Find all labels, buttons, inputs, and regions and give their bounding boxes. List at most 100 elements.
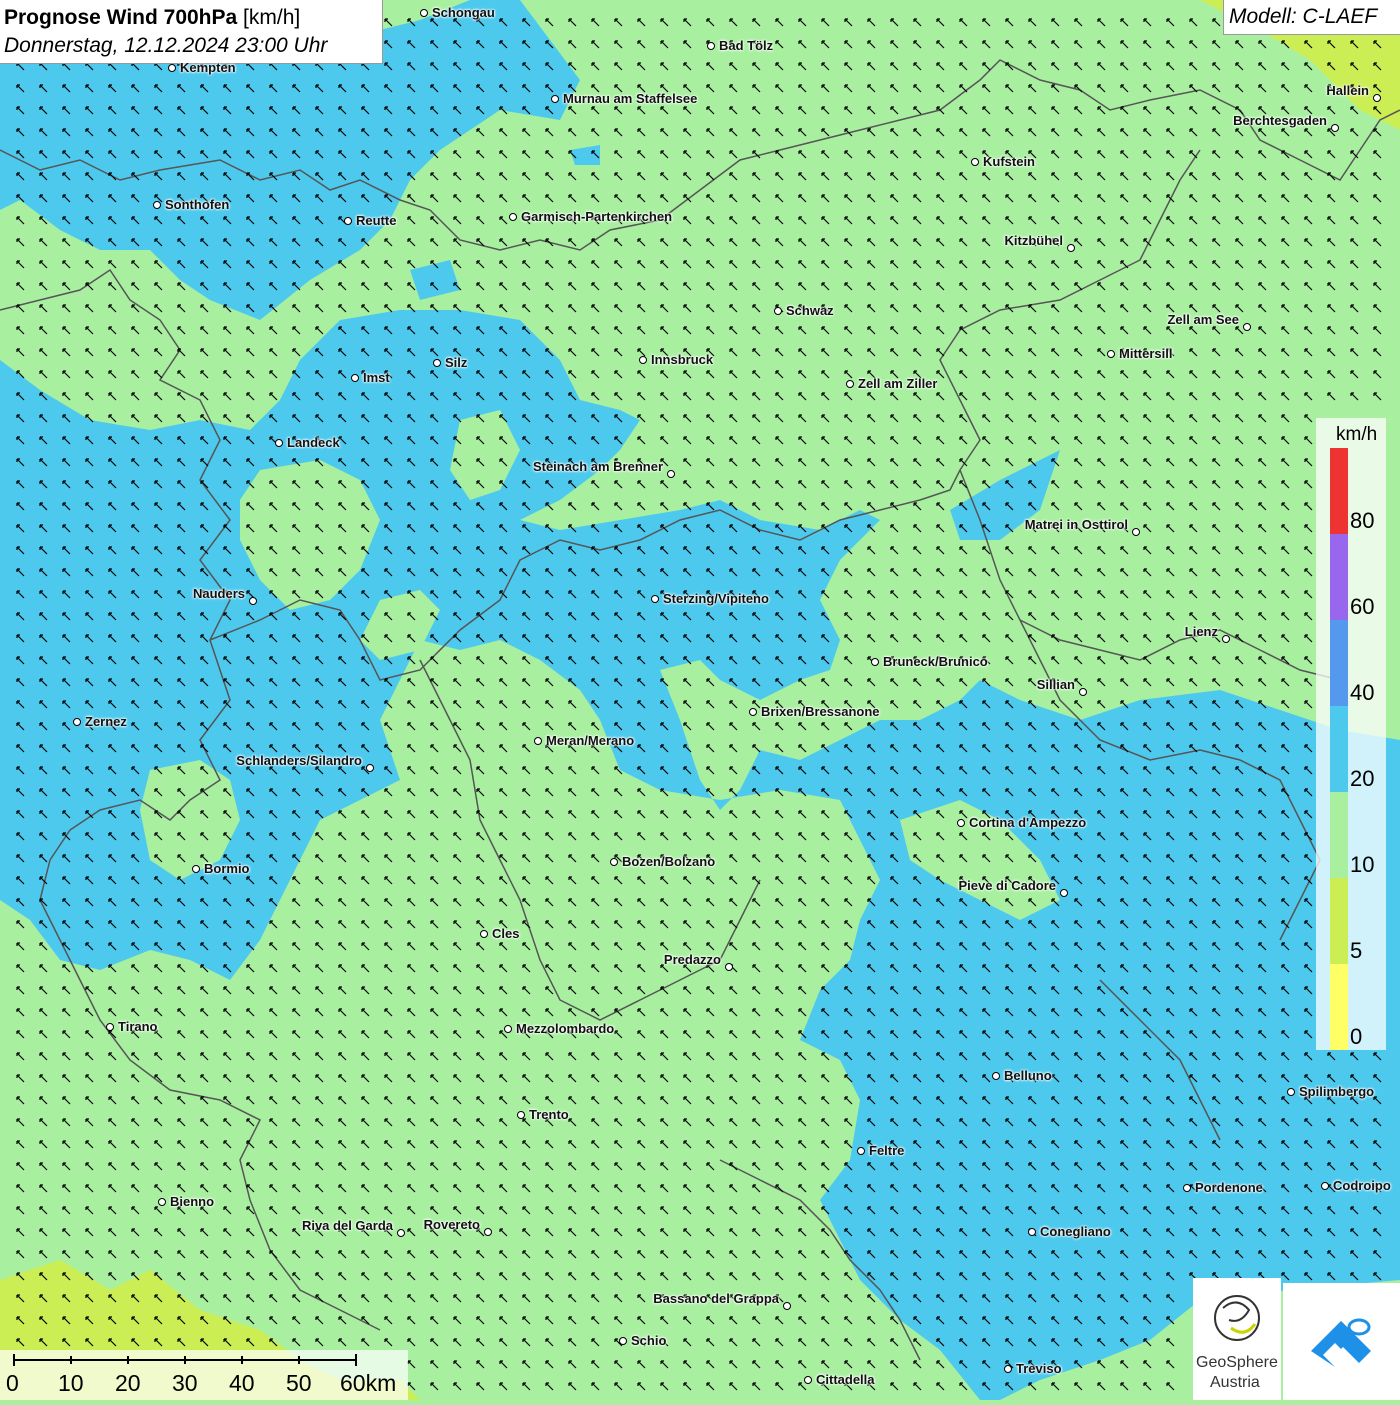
city-label: Cles — [492, 926, 520, 941]
city-label: Predazzo — [663, 952, 721, 967]
city-marker[interactable] — [1287, 1088, 1295, 1096]
city-marker[interactable] — [397, 1229, 405, 1237]
geosphere-logo[interactable]: GeoSphere Austria — [1193, 1278, 1281, 1400]
city-marker[interactable] — [804, 1376, 812, 1384]
city-marker[interactable] — [846, 380, 854, 388]
scale-label: 60km — [340, 1370, 397, 1396]
city-label: Matrei in Osttirol — [1024, 517, 1128, 532]
city-marker[interactable] — [1373, 94, 1381, 102]
city-label: Bienno — [170, 1194, 215, 1209]
city-marker[interactable] — [73, 718, 81, 726]
city-marker[interactable] — [433, 359, 441, 367]
city-label: Bormio — [204, 861, 250, 876]
city-marker[interactable] — [707, 42, 715, 50]
legend-swatch-20-40 — [1330, 706, 1348, 792]
city-label: Silz — [445, 355, 468, 370]
legend-swatch-0-5 — [1330, 964, 1348, 1050]
city-marker[interactable] — [420, 9, 428, 17]
city-label: Bruneck/Brunico — [883, 654, 988, 669]
city-label: Innsbruck — [651, 352, 714, 367]
city-marker[interactable] — [366, 764, 374, 772]
city-label: Cortina d'Ampezzo — [969, 815, 1087, 830]
city-marker[interactable] — [651, 595, 659, 603]
title-unit: [km/h] — [243, 6, 301, 29]
city-marker[interactable] — [509, 213, 517, 221]
city-marker[interactable] — [1331, 124, 1339, 132]
map-title: Prognose Wind 700hPa [km/h] — [4, 6, 300, 30]
city-marker[interactable] — [1079, 688, 1087, 696]
city-marker[interactable] — [534, 737, 542, 745]
city-marker[interactable] — [480, 930, 488, 938]
city-label: Sonthofen — [165, 197, 230, 212]
city-label: Schongau — [432, 5, 495, 20]
city-marker[interactable] — [749, 708, 757, 716]
city-marker[interactable] — [351, 374, 359, 382]
city-marker[interactable] — [1004, 1365, 1012, 1373]
legend-label: 0 — [1350, 1024, 1363, 1049]
city-marker[interactable] — [249, 597, 257, 605]
legend-swatch-80-plus — [1330, 448, 1348, 534]
city-label: Cittadella — [816, 1372, 875, 1387]
city-marker[interactable] — [153, 201, 161, 209]
city-marker[interactable] — [344, 217, 352, 225]
city-marker[interactable] — [484, 1228, 492, 1236]
city-label: Bozen/Bolzano — [622, 854, 716, 869]
city-marker[interactable] — [504, 1025, 512, 1033]
city-marker[interactable] — [192, 865, 200, 873]
city-marker[interactable] — [1060, 889, 1068, 897]
city-marker[interactable] — [725, 963, 733, 971]
city-marker[interactable] — [1107, 350, 1115, 358]
city-marker[interactable] — [992, 1072, 1000, 1080]
legend-swatch-5-10 — [1330, 878, 1348, 964]
city-marker[interactable] — [551, 95, 559, 103]
city-marker[interactable] — [639, 356, 647, 364]
city-marker[interactable] — [1243, 323, 1251, 331]
city-marker[interactable] — [871, 658, 879, 666]
city-label: Schwaz — [786, 303, 834, 318]
cloud-chevron-icon — [1311, 1318, 1371, 1367]
title-panel: Prognose Wind 700hPa [km/h] Donnerstag, … — [0, 0, 383, 64]
city-marker[interactable] — [106, 1023, 114, 1031]
city-label: Imst — [363, 370, 390, 385]
legend-swatch-40-60 — [1330, 620, 1348, 706]
legend-label: 5 — [1350, 938, 1363, 963]
city-marker[interactable] — [1132, 528, 1140, 536]
legend-label: 40 — [1350, 680, 1375, 705]
scale-label: 0 — [6, 1370, 19, 1396]
city-label: Riva del Garda — [301, 1218, 393, 1233]
scale-label: 40 — [229, 1370, 255, 1396]
city-marker[interactable] — [610, 858, 618, 866]
city-marker[interactable] — [971, 158, 979, 166]
city-label: Kitzbühel — [1004, 233, 1064, 248]
city-marker[interactable] — [168, 64, 176, 72]
city-label: Rovereto — [423, 1217, 480, 1232]
city-marker[interactable] — [957, 819, 965, 827]
city-label: Pordenone — [1195, 1180, 1263, 1195]
city-marker[interactable] — [1321, 1182, 1329, 1190]
city-label: Bassano del Grappa — [653, 1291, 779, 1306]
city-marker[interactable] — [1183, 1184, 1191, 1192]
city-marker[interactable] — [275, 439, 283, 447]
city-marker[interactable] — [783, 1302, 791, 1310]
city-marker[interactable] — [158, 1198, 166, 1206]
app-logo[interactable] — [1283, 1283, 1400, 1400]
city-marker[interactable] — [857, 1147, 865, 1155]
legend-label: 60 — [1350, 594, 1375, 619]
city-label: Pieve di Cadore — [958, 878, 1056, 893]
city-label: Sillian — [1036, 677, 1075, 692]
city-marker[interactable] — [667, 470, 675, 478]
city-label: Steinach am Brenner — [532, 459, 663, 474]
city-label: Trento — [529, 1107, 569, 1122]
model-panel: Modell: C-LAEF — [1223, 0, 1400, 35]
city-marker[interactable] — [1067, 244, 1075, 252]
scale-label: 30 — [172, 1370, 198, 1396]
legend-swatch-60-80 — [1330, 534, 1348, 620]
city-marker[interactable] — [619, 1337, 627, 1345]
city-label: Nauders — [192, 586, 245, 601]
city-label: Lienz — [1184, 624, 1218, 639]
city-marker[interactable] — [1222, 635, 1230, 643]
city-marker[interactable] — [774, 307, 782, 315]
city-marker[interactable] — [517, 1111, 525, 1119]
city-marker[interactable] — [1028, 1228, 1036, 1236]
city-label: Bad Tölz — [719, 38, 774, 53]
